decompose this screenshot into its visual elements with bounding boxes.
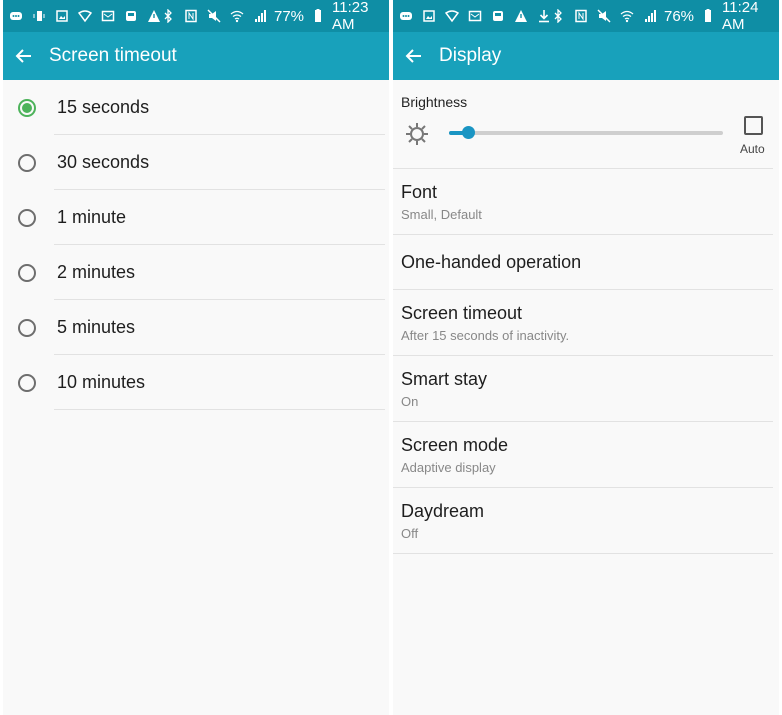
battery-icon (311, 9, 325, 23)
brightness-slider[interactable] (449, 126, 723, 139)
radio-button[interactable] (18, 373, 36, 392)
setting-title: Screen timeout (401, 302, 523, 323)
radio-button[interactable] (18, 98, 36, 117)
option-label: 5 minutes (57, 317, 136, 337)
wifi-notice-icon (78, 9, 92, 23)
messenger-icon (399, 9, 413, 23)
system-icons (551, 9, 657, 23)
warning-icon (514, 9, 528, 23)
mute-icon (207, 9, 221, 23)
setting-title: Font (401, 181, 438, 202)
email-icon (468, 9, 482, 23)
screen-timeout-screen: 77% 11:23 AM Screen timeout 15 seconds 3… (3, 0, 389, 715)
option-label: 2 minutes (57, 262, 136, 282)
brightness-section: Brightness Auto (393, 80, 773, 169)
back-button[interactable] (401, 43, 427, 69)
setting-font[interactable]: Font Small, Default (393, 169, 773, 235)
bluetooth-icon (161, 9, 175, 23)
option-label: 1 minute (57, 207, 127, 227)
download-icon (537, 9, 551, 23)
page-title: Display (439, 45, 502, 66)
display-settings-screen: 76% 11:24 AM Display Brightness Auto Fon… (393, 0, 779, 715)
email-icon (101, 9, 115, 23)
radio-button[interactable] (18, 263, 36, 282)
setting-screen-timeout[interactable]: Screen timeout After 15 seconds of inact… (393, 290, 773, 356)
option-label: 30 seconds (57, 152, 150, 172)
setting-title: Daydream (401, 500, 485, 521)
signal-icon (253, 9, 267, 23)
gallery-icon (422, 9, 436, 23)
radio-button[interactable] (18, 318, 36, 337)
option-label: 10 minutes (57, 372, 146, 392)
timeout-option[interactable]: 5 minutes (3, 300, 389, 355)
arrow-left-icon (405, 49, 421, 63)
app-bar: Screen timeout (3, 32, 389, 80)
setting-subtitle: Off (401, 525, 419, 541)
radio-button[interactable] (18, 153, 36, 172)
timeout-option[interactable]: 30 seconds (3, 135, 389, 190)
setting-subtitle: Small, Default (401, 206, 482, 222)
notification-icons (399, 9, 551, 23)
setting-subtitle: Adaptive display (401, 459, 496, 475)
setting-title: Screen mode (401, 434, 509, 455)
warning-icon (147, 9, 161, 23)
signal-icon (643, 9, 657, 23)
messenger-icon (9, 9, 23, 23)
nfc-icon (184, 9, 198, 23)
radio-button[interactable] (18, 208, 36, 227)
sun-icon (406, 123, 428, 145)
timeout-option[interactable]: 2 minutes (3, 245, 389, 300)
page-title: Screen timeout (49, 45, 177, 66)
setting-subtitle: On (401, 393, 419, 409)
timeout-option[interactable]: 15 seconds (3, 80, 389, 135)
battery-percent: 76% (664, 7, 695, 25)
inbox-icon (491, 9, 505, 23)
setting-daydream[interactable]: Daydream Off (393, 488, 773, 554)
auto-brightness-checkbox[interactable] (744, 116, 763, 135)
setting-smart-stay[interactable]: Smart stay On (393, 356, 773, 422)
battery-icon (701, 9, 715, 23)
back-button[interactable] (11, 43, 37, 69)
auto-brightness-label: Auto (740, 142, 765, 156)
status-bar: 77% 11:23 AM (3, 0, 389, 33)
timeout-option[interactable]: 10 minutes (3, 355, 389, 410)
brightness-label: Brightness (401, 94, 468, 110)
nfc-icon (574, 9, 588, 23)
status-bar: 76% 11:24 AM (393, 0, 779, 33)
gallery-icon (55, 9, 69, 23)
notification-icons (9, 9, 161, 23)
battery-percent: 77% (274, 7, 305, 25)
app-bar: Display (393, 32, 779, 80)
setting-subtitle: After 15 seconds of inactivity. (401, 327, 570, 343)
setting-screen-mode[interactable]: Screen mode Adaptive display (393, 422, 773, 488)
option-label: 15 seconds (57, 97, 150, 117)
setting-title: One-handed operation (401, 251, 582, 272)
mute-icon (597, 9, 611, 23)
wifi-icon (230, 9, 244, 23)
slider-thumb[interactable] (462, 126, 476, 139)
clock: 11:23 AM (332, 0, 369, 33)
setting-one-handed-operation[interactable]: One-handed operation (393, 235, 773, 290)
arrow-left-icon (15, 49, 31, 63)
system-icons (161, 9, 267, 23)
clock: 11:24 AM (722, 0, 759, 33)
setting-title: Smart stay (401, 368, 488, 389)
wifi-notice-icon (445, 9, 459, 23)
timeout-option[interactable]: 1 minute (3, 190, 389, 245)
inbox-icon (124, 9, 138, 23)
bluetooth-icon (551, 9, 565, 23)
vibrate-icon (32, 9, 46, 23)
timeout-options-list: 15 seconds 30 seconds 1 minute 2 minutes… (3, 80, 389, 410)
wifi-icon (620, 9, 634, 23)
